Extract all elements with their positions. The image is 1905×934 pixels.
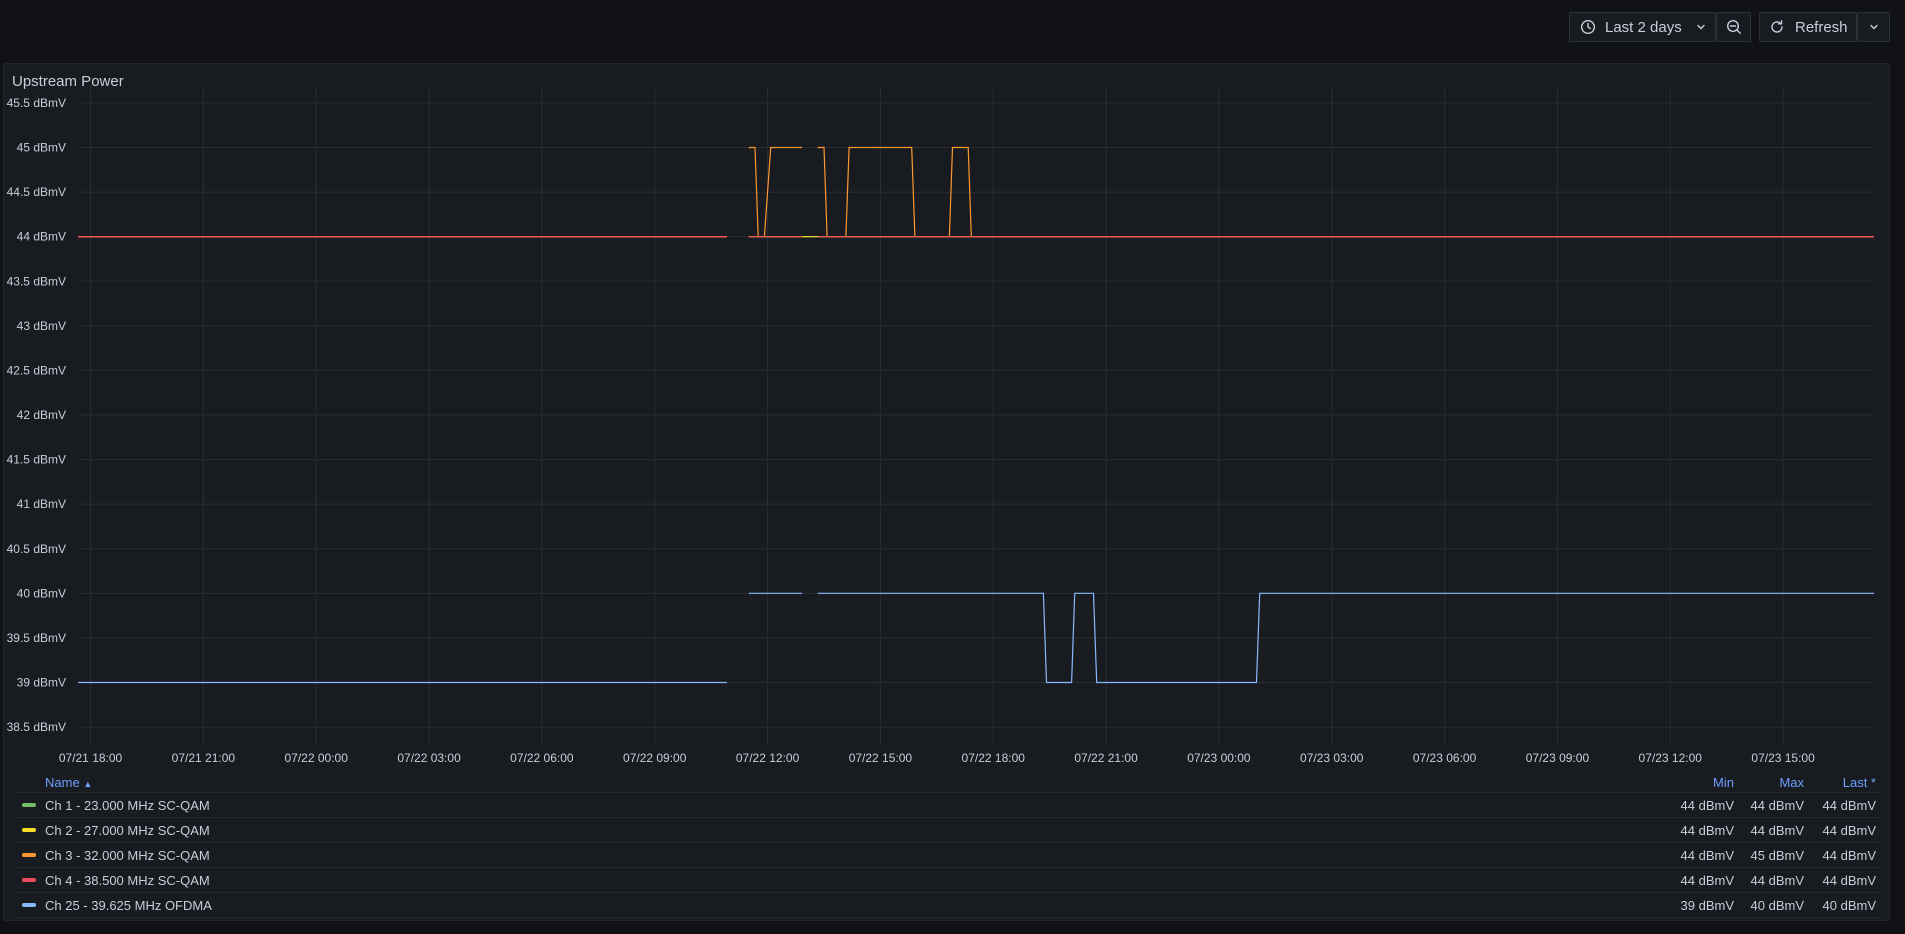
- sort-ascending-icon: ▲: [83, 778, 93, 789]
- legend-series-name[interactable]: Ch 1 - 23.000 MHz SC-QAM: [45, 798, 210, 813]
- series-color-swatch[interactable]: [22, 828, 36, 832]
- legend-row[interactable]: Ch 3 - 32.000 MHz SC-QAM 44 dBmV 45 dBmV 44…: [14, 843, 1882, 868]
- y-tick-label: 38.5 dBmV: [7, 720, 66, 734]
- y-tick-label: 43.5 dBmV: [7, 274, 66, 288]
- x-tick-label: 07/23 12:00: [1639, 751, 1703, 765]
- x-tick-label: 07/21 21:00: [172, 751, 236, 765]
- refresh-icon: [1769, 19, 1785, 35]
- refresh-button[interactable]: Refresh: [1759, 12, 1857, 42]
- chevron-down-icon: [1869, 22, 1879, 32]
- x-tick-label: 07/22 15:00: [849, 751, 913, 765]
- y-tick-label: 39.5 dBmV: [7, 631, 66, 645]
- legend-header-name-label: Name: [45, 774, 80, 790]
- dashboard-toolbar: Last 2 days Refresh: [0, 0, 1905, 56]
- x-tick-label: 07/23 15:00: [1751, 751, 1815, 765]
- time-series-chart[interactable]: 45.5 dBmV 45 dBmV 44.5 dBmV 44 dBmV 43.5 dBm…: [4, 64, 1891, 772]
- legend-last-value: 44 dBmV: [1822, 847, 1876, 863]
- time-range-label: Last 2 days: [1605, 18, 1682, 36]
- refresh-label: Refresh: [1795, 18, 1848, 36]
- zoom-out-button[interactable]: [1716, 12, 1751, 42]
- x-tick-label: 07/22 21:00: [1074, 751, 1138, 765]
- legend-table: Name ▲ Min Max Last * Ch 1 - 23.000 MHz …: [14, 772, 1882, 918]
- legend-last-value: 44 dBmV: [1822, 822, 1876, 838]
- legend-max-value: 44 dBmV: [1750, 872, 1804, 888]
- x-tick-label: 07/21 18:00: [59, 751, 123, 765]
- y-tick-label: 44 dBmV: [17, 230, 66, 244]
- legend-header-last[interactable]: Last *: [1843, 775, 1876, 790]
- legend-header-min[interactable]: Min: [1713, 775, 1734, 790]
- legend-series-name[interactable]: Ch 25 - 39.625 MHz OFDMA: [45, 898, 212, 913]
- y-tick-label: 44.5 dBmV: [7, 185, 66, 199]
- y-tick-label: 40 dBmV: [17, 586, 66, 600]
- legend-header-row: Name ▲ Min Max Last *: [14, 772, 1882, 793]
- legend-row[interactable]: Ch 25 - 39.625 MHz OFDMA 39 dBmV 40 dBmV 40…: [14, 893, 1882, 918]
- y-tick-label: 40.5 dBmV: [7, 542, 66, 556]
- x-tick-label: 07/22 12:00: [736, 751, 800, 765]
- x-tick-label: 07/22 03:00: [397, 751, 461, 765]
- y-tick-label: 43 dBmV: [17, 319, 66, 333]
- series-color-swatch[interactable]: [22, 878, 36, 882]
- x-tick-label: 07/23 09:00: [1526, 751, 1590, 765]
- legend-row[interactable]: Ch 2 - 27.000 MHz SC-QAM 44 dBmV 44 dBmV 44…: [14, 818, 1882, 843]
- x-tick-label: 07/23 00:00: [1187, 751, 1251, 765]
- legend-series-name[interactable]: Ch 4 - 38.500 MHz SC-QAM: [45, 873, 210, 888]
- x-tick-label: 07/22 06:00: [510, 751, 574, 765]
- series-color-swatch[interactable]: [22, 803, 36, 807]
- legend-series-name[interactable]: Ch 2 - 27.000 MHz SC-QAM: [45, 823, 210, 838]
- legend-min-value: 39 dBmV: [1680, 897, 1734, 913]
- series-color-swatch[interactable]: [22, 853, 36, 857]
- y-tick-label: 45.5 dBmV: [7, 96, 66, 110]
- legend-last-value: 40 dBmV: [1822, 897, 1876, 913]
- legend-max-value: 44 dBmV: [1750, 822, 1804, 838]
- y-tick-label: 42 dBmV: [17, 408, 66, 422]
- chevron-down-icon: [1696, 22, 1706, 32]
- legend-max-value: 44 dBmV: [1750, 797, 1804, 813]
- y-tick-label: 45 dBmV: [17, 141, 66, 155]
- legend-min-value: 44 dBmV: [1680, 872, 1734, 888]
- legend-last-value: 44 dBmV: [1822, 797, 1876, 813]
- legend-min-value: 44 dBmV: [1680, 847, 1734, 863]
- y-tick-label: 39 dBmV: [17, 676, 66, 690]
- x-tick-label: 07/22 18:00: [962, 751, 1026, 765]
- series-color-swatch[interactable]: [22, 903, 36, 907]
- y-tick-label: 41 dBmV: [17, 497, 66, 511]
- x-tick-label: 07/22 09:00: [623, 751, 687, 765]
- legend-max-value: 40 dBmV: [1750, 897, 1804, 913]
- legend-min-value: 44 dBmV: [1680, 822, 1734, 838]
- refresh-interval-dropdown[interactable]: [1857, 12, 1890, 42]
- legend-min-value: 44 dBmV: [1680, 797, 1734, 813]
- legend-header-max[interactable]: Max: [1779, 775, 1804, 790]
- legend-row[interactable]: Ch 4 - 38.500 MHz SC-QAM 44 dBmV 44 dBmV 44…: [14, 868, 1882, 893]
- time-range-picker[interactable]: Last 2 days: [1569, 12, 1716, 42]
- legend-series-name[interactable]: Ch 3 - 32.000 MHz SC-QAM: [45, 848, 210, 863]
- y-tick-label: 42.5 dBmV: [7, 363, 66, 377]
- x-tick-label: 07/23 06:00: [1413, 751, 1477, 765]
- legend-last-value: 44 dBmV: [1822, 872, 1876, 888]
- y-tick-label: 41.5 dBmV: [7, 453, 66, 467]
- x-tick-label: 07/23 03:00: [1300, 751, 1364, 765]
- legend-header-name[interactable]: Name ▲: [45, 775, 92, 790]
- zoom-out-icon: [1726, 19, 1742, 35]
- upstream-power-panel: Upstream Power 45.5 dBmV 45 dBmV 44.5 dBmV…: [3, 63, 1890, 921]
- x-tick-label: 07/22 00:00: [285, 751, 349, 765]
- legend-max-value: 45 dBmV: [1750, 847, 1804, 863]
- clock-icon: [1580, 19, 1596, 35]
- legend-row[interactable]: Ch 1 - 23.000 MHz SC-QAM 44 dBmV 44 dBmV 44…: [14, 793, 1882, 818]
